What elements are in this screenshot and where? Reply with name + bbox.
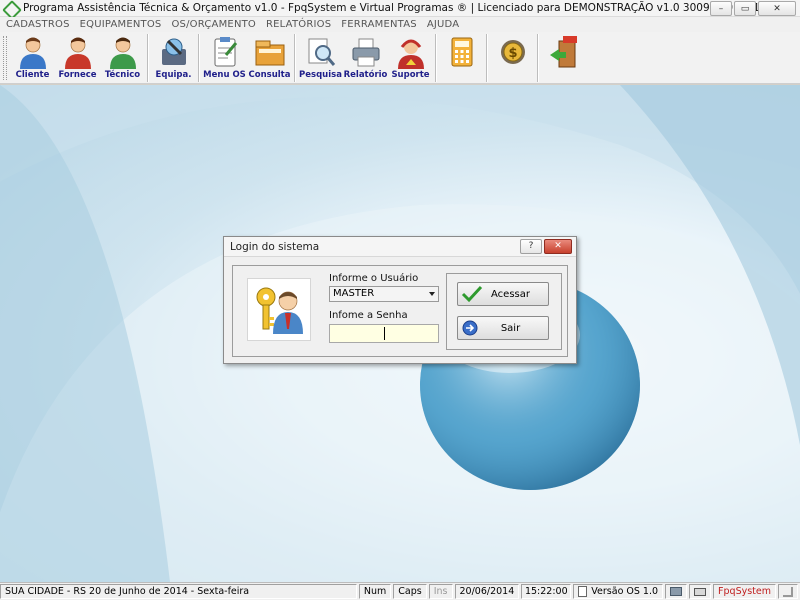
- printer-icon: [349, 35, 383, 69]
- menu-os-orcamento[interactable]: OS/ORÇAMENTO: [171, 19, 256, 30]
- user-select-value: MASTER: [333, 288, 375, 299]
- status-version: Versão OS 1.0: [591, 586, 659, 597]
- equipment-icon: [157, 35, 191, 69]
- toolbar-money-button[interactable]: $: [490, 32, 535, 82]
- menu-equipamentos[interactable]: EQUIPAMENTOS: [80, 19, 162, 30]
- toolbar-separator: [435, 34, 437, 82]
- status-resize-panel[interactable]: [778, 584, 798, 599]
- acessar-button[interactable]: Acessar: [457, 282, 549, 306]
- resize-grip-icon: [783, 586, 793, 597]
- dialog-title: Login do sistema: [230, 240, 320, 253]
- toolbar-calculator-button[interactable]: [439, 32, 484, 82]
- toolbar-suporte-label: Suporte: [391, 70, 430, 80]
- status-time: 15:22:00: [521, 584, 572, 599]
- calculator-icon: [445, 35, 479, 69]
- coin-icon: $: [496, 35, 530, 69]
- status-ins: Ins: [428, 584, 453, 599]
- toolbar-consulta-label: Consulta: [248, 70, 291, 80]
- menu-bar: CADASTROS EQUIPAMENTOS OS/ORÇAMENTO RELA…: [0, 17, 800, 32]
- toolbar-relatorio-label: Relatório: [343, 70, 388, 80]
- dialog-help-button[interactable]: ?: [520, 239, 542, 254]
- toolbar-cliente-label: Cliente: [15, 70, 50, 80]
- status-num: Num: [358, 584, 392, 599]
- toolbar-consulta-button[interactable]: Consulta: [247, 32, 292, 82]
- user-label: Informe o Usuário: [329, 273, 419, 284]
- person-green-icon: [106, 35, 140, 69]
- clipboard-icon: [208, 35, 242, 69]
- toolbar-pesquisa-label: Pesquisa: [299, 70, 342, 80]
- menu-ajuda[interactable]: AJUDA: [427, 19, 459, 30]
- exit-arrow-icon: [461, 319, 483, 337]
- window-controls: – ▭ ✕: [710, 1, 796, 16]
- dialog-title-bar: Login do sistema ? ✕: [224, 237, 576, 257]
- action-buttons-group: Acessar Sair: [446, 273, 562, 350]
- acessar-label: Acessar: [491, 288, 530, 300]
- status-printer-panel[interactable]: [665, 584, 688, 599]
- toolbar-separator: [294, 34, 296, 82]
- sair-label: Sair: [500, 322, 521, 334]
- toolbar-separator: [198, 34, 200, 82]
- status-caps: Caps: [393, 584, 427, 599]
- person-red-icon: [61, 35, 95, 69]
- status-keyboard-panel[interactable]: [689, 584, 712, 599]
- toolbar-equipa-button[interactable]: Equipa.: [151, 32, 196, 82]
- toolbar-tecnico-button[interactable]: Técnico: [100, 32, 145, 82]
- magnifier-icon: [304, 35, 338, 69]
- exit-door-icon: [547, 35, 581, 69]
- minimize-button[interactable]: –: [710, 1, 732, 16]
- folder-box-icon: [253, 35, 287, 69]
- toolbar-pesquisa-button[interactable]: Pesquisa: [298, 32, 343, 82]
- user-select[interactable]: MASTER: [329, 286, 439, 302]
- dialog-controls: ? ✕: [520, 239, 572, 254]
- status-location: SUA CIDADE - RS 20 de Junho de 2014 - Se…: [0, 584, 357, 599]
- toolbar-exit-button[interactable]: [541, 32, 586, 82]
- password-field[interactable]: [329, 324, 439, 343]
- toolbar-separator: [486, 34, 488, 82]
- login-dialog: Login do sistema ? ✕ Informe o Usuário M…: [223, 236, 577, 364]
- menu-cadastros[interactable]: CADASTROS: [6, 19, 70, 30]
- toolbar-cliente-button[interactable]: Cliente: [10, 32, 55, 82]
- maximize-button[interactable]: ▭: [734, 1, 756, 16]
- status-date: 20/06/2014: [454, 584, 520, 599]
- toolbar-equipa-label: Equipa.: [155, 70, 192, 80]
- title-bar: Programa Assistência Técnica & Orçamento…: [0, 0, 800, 17]
- app-icon: [4, 1, 18, 15]
- keyboard-icon: [694, 587, 707, 596]
- toolbar-fornece-button[interactable]: Fornece: [55, 32, 100, 82]
- toolbar-tecnico-label: Técnico: [104, 70, 141, 80]
- close-button[interactable]: ✕: [758, 1, 796, 16]
- toolbar-separator: [537, 34, 539, 82]
- toolbar-relatorio-button[interactable]: Relatório: [343, 32, 388, 82]
- status-bar: SUA CIDADE - RS 20 de Junho de 2014 - Se…: [0, 582, 800, 600]
- login-panel: Informe o Usuário MASTER Infome a Senha …: [232, 265, 568, 357]
- text-caret: [384, 327, 385, 340]
- status-version-panel: Versão OS 1.0: [573, 584, 664, 599]
- dialog-close-button[interactable]: ✕: [544, 239, 572, 254]
- window-title: Programa Assistência Técnica & Orçamento…: [23, 2, 777, 14]
- toolbar-fornece-label: Fornece: [58, 70, 97, 80]
- support-headset-icon: [394, 35, 428, 69]
- toolbar-grip[interactable]: [3, 36, 7, 80]
- printer-icon: [670, 587, 683, 596]
- person-blue-icon: [16, 35, 50, 69]
- password-label: Infome a Senha: [329, 310, 408, 321]
- check-icon: [461, 285, 483, 303]
- toolbar-menuos-label: Menu OS: [203, 70, 246, 80]
- document-icon: [578, 586, 588, 597]
- toolbar: Cliente Fornece Técnico Equipa. Menu OS …: [0, 32, 800, 84]
- toolbar-suporte-button[interactable]: Suporte: [388, 32, 433, 82]
- user-key-icon: [247, 278, 311, 341]
- chevron-down-icon[interactable]: [429, 292, 435, 296]
- status-brand: FpqSystem: [713, 584, 776, 599]
- menu-ferramentas[interactable]: FERRAMENTAS: [341, 19, 417, 30]
- menu-relatorios[interactable]: RELATÓRIOS: [266, 19, 331, 30]
- toolbar-separator: [147, 34, 149, 82]
- sair-button[interactable]: Sair: [457, 316, 549, 340]
- toolbar-menuos-button[interactable]: Menu OS: [202, 32, 247, 82]
- svg-text:$: $: [508, 46, 517, 61]
